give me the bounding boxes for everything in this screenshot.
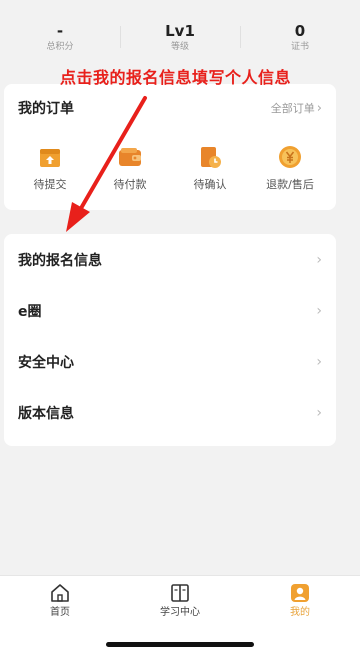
menu-item-label: 我的报名信息 (18, 252, 102, 269)
menu-item-label: 版本信息 (18, 405, 74, 422)
home-indicator (106, 642, 254, 647)
menu-item-version-info[interactable]: 版本信息 › (4, 387, 336, 438)
stat-level-label: 等级 (170, 42, 189, 52)
order-pending-payment-label: 待付款 (113, 178, 147, 191)
refund-yen-icon (279, 146, 301, 168)
menu-item-registration-info[interactable]: 我的报名信息 › (4, 234, 336, 285)
tab-mine[interactable]: 我的 (240, 576, 360, 626)
all-orders-label: 全部订单 (270, 102, 315, 115)
stat-certificates[interactable]: 0 证书 (240, 0, 360, 62)
tab-home-label: 首页 (50, 607, 70, 618)
stat-certificates-value: 0 (294, 22, 306, 40)
order-pending-confirm-label: 待确认 (193, 178, 227, 191)
home-icon (51, 584, 69, 602)
settings-menu: 我的报名信息 › e圈 › 安全中心 › 版本信息 › (4, 234, 336, 446)
all-orders-link[interactable]: 全部订单 › (271, 100, 322, 116)
book-icon (171, 584, 189, 602)
profile-icon (291, 584, 309, 602)
chevron-right-icon: › (316, 353, 322, 370)
menu-item-label: e圈 (18, 303, 42, 320)
bottom-tab-bar: 首页 学习中心 我的 (0, 575, 360, 655)
tab-home[interactable]: 首页 (0, 576, 120, 626)
order-refund[interactable]: 退款/售后 (255, 144, 325, 191)
chevron-right-icon: › (316, 251, 322, 268)
stat-points-label: 总积分 (46, 42, 74, 52)
stat-points-value: - (56, 22, 64, 40)
stat-certificates-label: 证书 (290, 42, 309, 52)
stat-level[interactable]: Lv1 等级 (120, 0, 240, 62)
tab-learning-center-label: 学习中心 (160, 607, 200, 618)
menu-item-security-center[interactable]: 安全中心 › (4, 336, 336, 387)
chevron-right-icon: › (316, 404, 322, 421)
orders-title: 我的订单 (18, 101, 74, 117)
order-pending-payment[interactable]: 待付款 (95, 144, 165, 191)
menu-item-e-circle[interactable]: e圈 › (4, 285, 336, 336)
orders-card: 我的订单 全部订单 › 待提交 待付款 待确认 退款/售后 (4, 84, 336, 210)
order-pending-confirm[interactable]: 待确认 (175, 144, 245, 191)
wallet-icon (119, 148, 141, 166)
menu-item-label: 安全中心 (18, 354, 74, 371)
orders-header: 我的订单 全部订单 › (4, 84, 336, 118)
order-pending-submit[interactable]: 待提交 (15, 144, 85, 191)
tab-mine-label: 我的 (290, 607, 310, 618)
submit-box-icon (40, 149, 60, 167)
stat-points[interactable]: - 总积分 (0, 0, 120, 62)
tab-learning-center[interactable]: 学习中心 (120, 576, 240, 626)
chevron-right-icon: › (316, 100, 322, 116)
annotation-text: 点击我的报名信息填写个人信息 (60, 68, 292, 87)
order-status-row: 待提交 待付款 待确认 退款/售后 (4, 144, 336, 191)
confirm-clock-icon (201, 147, 221, 168)
order-pending-submit-label: 待提交 (33, 178, 67, 191)
tab-list: 首页 学习中心 我的 (0, 576, 360, 626)
stat-level-value: Lv1 (165, 22, 195, 40)
order-refund-label: 退款/售后 (266, 178, 314, 191)
chevron-right-icon: › (316, 302, 322, 319)
stats-bar: - 总积分 Lv1 等级 0 证书 (0, 0, 360, 62)
